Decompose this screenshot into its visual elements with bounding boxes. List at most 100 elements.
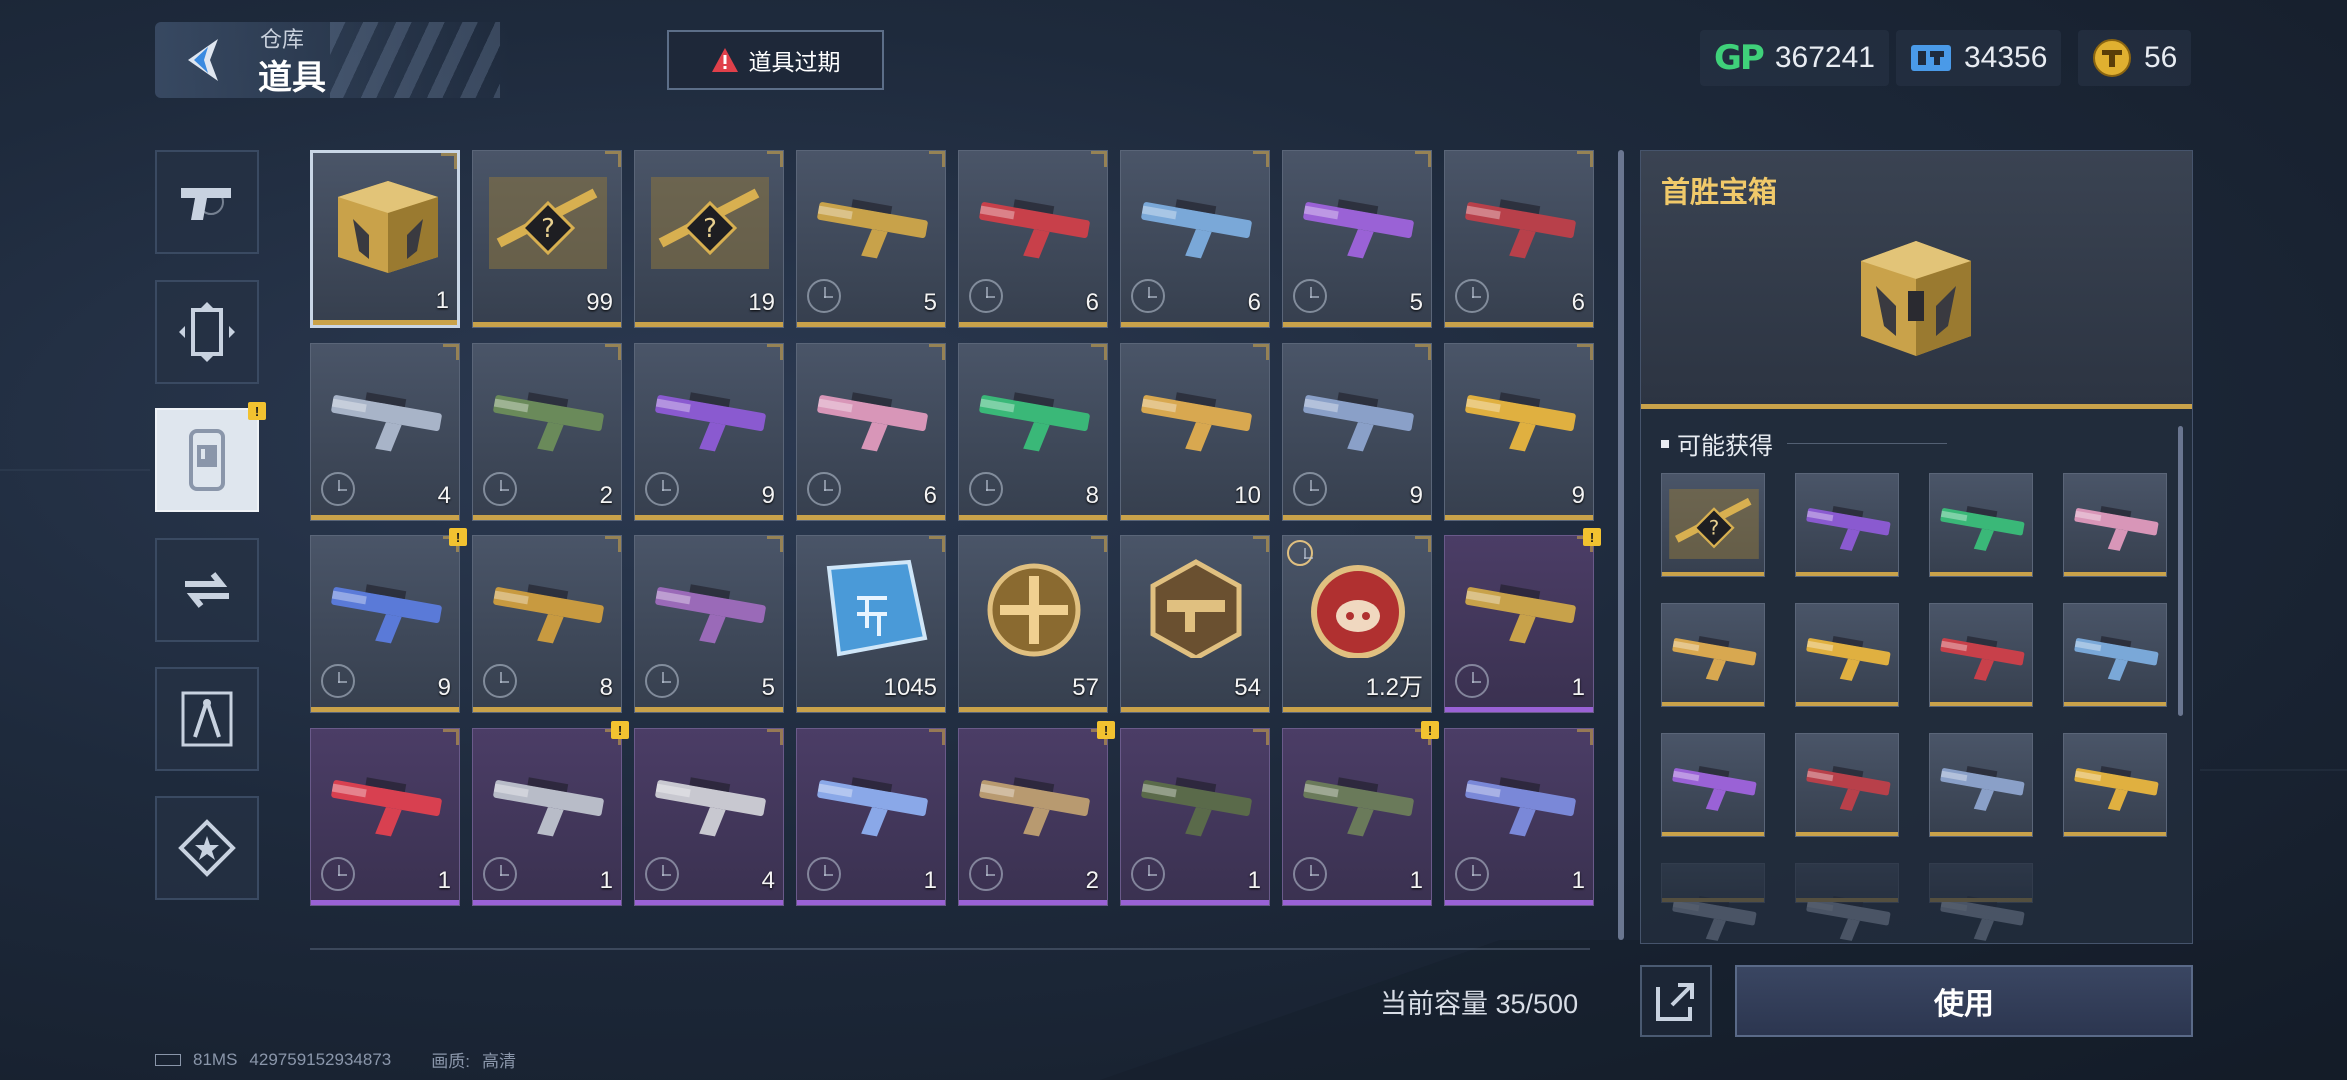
frame-icon	[179, 302, 235, 362]
time-limited-icon	[483, 472, 517, 506]
item-slot[interactable]: 1045	[796, 535, 946, 713]
item-slot[interactable]: 6	[796, 343, 946, 521]
item-slot[interactable]: 9	[1282, 343, 1432, 521]
sidebar-tab-weapons[interactable]	[155, 150, 259, 254]
item-art	[809, 558, 935, 658]
grid-scrollbar[interactable]	[1618, 150, 1624, 940]
item-slot[interactable]: 54	[1120, 535, 1270, 713]
slot-corner-decoration	[443, 729, 459, 745]
item-slot[interactable]: 4	[310, 343, 460, 521]
item-slot[interactable]: ! 9	[310, 528, 467, 713]
time-limited-icon	[1293, 472, 1327, 506]
reward-slot[interactable]	[2063, 603, 2167, 707]
item-art	[647, 751, 773, 851]
reward-slot[interactable]	[1795, 603, 1899, 707]
battery-icon	[155, 1053, 181, 1066]
chip-icon	[826, 559, 928, 657]
back-button[interactable]	[175, 30, 235, 90]
item-slot[interactable]: 1	[310, 728, 460, 906]
quality-label: 画质:	[431, 1052, 470, 1071]
item-slot[interactable]: ? 99	[472, 150, 622, 328]
reward-scrollbar[interactable]	[2178, 426, 2183, 716]
item-art	[1295, 558, 1421, 659]
item-slot[interactable]: ! 1	[1444, 528, 1601, 713]
item-slot[interactable]: 57	[958, 535, 1108, 713]
weapon-icon	[1806, 505, 1891, 551]
possible-rewards-heading: 可能获得	[1661, 426, 1947, 461]
item-slot[interactable]: 5	[796, 150, 946, 328]
weapon-icon	[1141, 777, 1252, 837]
currency-gp[interactable]: GP 367241	[1700, 30, 1889, 86]
item-slot[interactable]: 5	[634, 535, 784, 713]
item-quantity: 1	[923, 867, 937, 894]
sidebar-tab-blueprints[interactable]	[155, 667, 259, 771]
reward-slot[interactable]	[1795, 733, 1899, 837]
item-slot[interactable]: 1	[796, 728, 946, 906]
item-quantity: 9	[1409, 482, 1423, 509]
item-slot[interactable]: 2	[472, 343, 622, 521]
item-art	[485, 366, 611, 466]
reward-slot[interactable]	[1661, 863, 1765, 941]
slot-corner-decoration	[1253, 151, 1269, 167]
reward-slot[interactable]	[1929, 733, 2033, 837]
item-slot[interactable]: 1	[1120, 728, 1270, 906]
slot-corner-decoration	[1577, 151, 1593, 167]
item-slot[interactable]: 1	[1444, 728, 1594, 906]
currency-ticket[interactable]: 34356	[1896, 30, 2062, 86]
weapon-icon	[1141, 199, 1252, 259]
item-slot[interactable]: 8	[958, 343, 1108, 521]
item-slot[interactable]: 6	[958, 150, 1108, 328]
reward-slot[interactable]	[2063, 733, 2167, 837]
share-button[interactable]	[1640, 965, 1712, 1037]
item-quantity: 9	[1571, 482, 1585, 509]
item-slot[interactable]: 9	[1444, 343, 1594, 521]
weapon-icon	[1465, 777, 1576, 837]
item-slot[interactable]: 9	[634, 343, 784, 521]
item-slot[interactable]: 4	[634, 728, 784, 906]
item-quantity: 9	[437, 674, 451, 701]
item-slot[interactable]: 10	[1120, 343, 1270, 521]
sidebar-tab-frames[interactable]	[155, 280, 259, 384]
item-slot[interactable]: ! 1	[1282, 721, 1439, 906]
sidebar-tab-collection[interactable]	[155, 796, 259, 900]
slot-corner-decoration	[1091, 344, 1107, 360]
item-slot[interactable]: 1	[310, 150, 460, 328]
item-quantity: 1	[1409, 867, 1423, 894]
pig-coin-icon	[1311, 565, 1405, 659]
item-slot[interactable]: 1.2万	[1282, 535, 1432, 713]
item-slot[interactable]: ! 2	[958, 721, 1115, 906]
item-slot[interactable]: ? 19	[634, 150, 784, 328]
currency-value: 34356	[1964, 41, 2048, 74]
item-slot[interactable]: 6	[1120, 150, 1270, 328]
currency-value: 367241	[1774, 41, 1875, 74]
reward-slot[interactable]	[1929, 863, 2033, 941]
item-slot[interactable]: 8	[472, 535, 622, 713]
item-slot[interactable]: ! 1	[472, 721, 629, 906]
item-art	[323, 751, 449, 851]
expired-items-button[interactable]: 道具过期	[667, 30, 884, 90]
time-limited-icon	[1131, 279, 1165, 313]
reward-slot[interactable]	[1661, 603, 1765, 707]
reward-slot[interactable]	[1929, 473, 2033, 577]
reward-slot[interactable]	[2063, 473, 2167, 577]
reward-slot[interactable]	[1795, 473, 1899, 577]
reward-slot[interactable]	[1929, 603, 2033, 707]
reward-slot[interactable]: ?	[1661, 473, 1765, 577]
weapon-icon	[331, 777, 442, 837]
item-slot[interactable]: 6	[1444, 150, 1594, 328]
time-limited-icon	[321, 857, 355, 891]
item-quantity: 4	[437, 482, 451, 509]
item-slot[interactable]: 5	[1282, 150, 1432, 328]
sidebar-tab-exchange[interactable]	[155, 538, 259, 642]
use-button[interactable]: 使用	[1735, 965, 2193, 1037]
item-art	[323, 558, 449, 658]
reward-slot[interactable]	[1661, 733, 1765, 837]
currency-gold[interactable]: 56	[2078, 30, 2192, 86]
sidebar-tab-items[interactable]	[155, 408, 259, 512]
new-badge: !	[248, 402, 266, 420]
item-quantity: 19	[748, 289, 775, 316]
weapon-icon	[1806, 765, 1891, 811]
reward-slot[interactable]	[1795, 863, 1899, 941]
weapon-icon	[1303, 777, 1414, 837]
time-limited-icon	[321, 664, 355, 698]
